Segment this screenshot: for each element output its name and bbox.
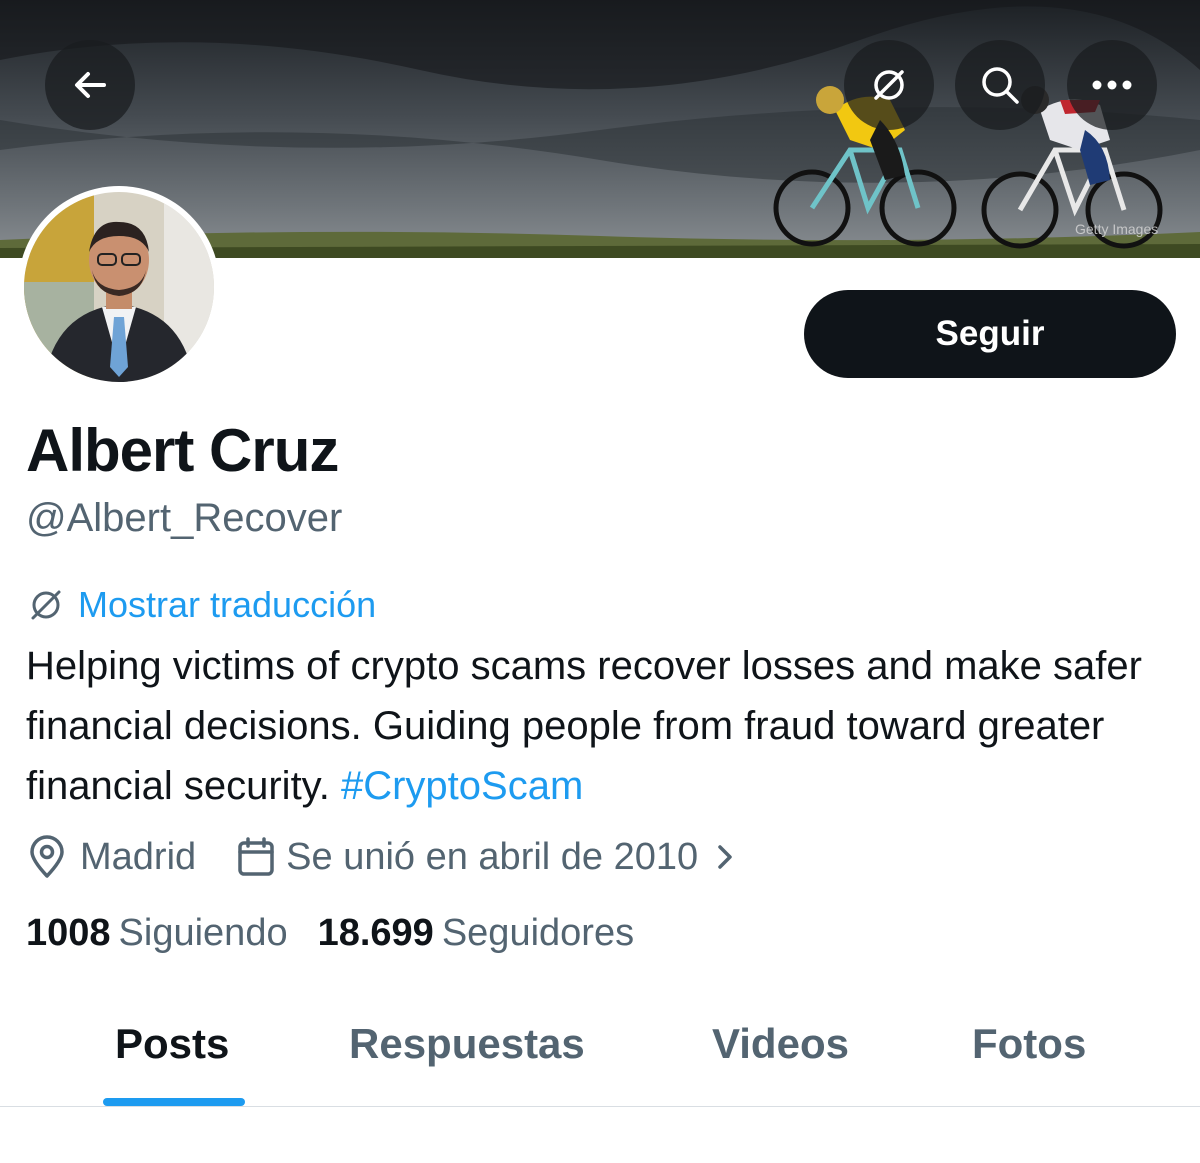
show-translation-link[interactable]: Mostrar traducción: [26, 582, 376, 628]
join-date[interactable]: Se unió en abril de 2010: [236, 836, 734, 879]
join-date-label: Se unió en abril de 2010: [286, 835, 699, 878]
search-icon: [982, 67, 1019, 104]
search-button[interactable]: [955, 40, 1045, 130]
back-button[interactable]: [45, 40, 135, 130]
profile-stats: 1008 Siguiendo 18.699 Seguidores: [26, 912, 634, 955]
translate-icon: [874, 70, 904, 100]
avatar-image: [24, 192, 214, 382]
following-count: 1008: [26, 912, 111, 954]
avatar[interactable]: [18, 186, 220, 388]
followers-stat[interactable]: 18.699 Seguidores: [318, 912, 634, 955]
translate-icon: [31, 590, 61, 620]
profile-tabs: Posts Respuestas Videos Fotos: [0, 1010, 1200, 1107]
followers-count: 18.699: [317, 912, 434, 954]
bio-text: Helping victims of crypto scams recover …: [26, 644, 1142, 808]
show-translation-label: Mostrar traducción: [78, 584, 377, 625]
translate-button[interactable]: [844, 40, 934, 130]
location: Madrid: [26, 834, 196, 880]
profile-handle: @Albert_Recover: [26, 496, 343, 540]
following-stat[interactable]: 1008 Siguiendo: [26, 912, 288, 955]
profile-meta: Madrid Se unió en abril de 2010: [26, 832, 734, 882]
tab-posts[interactable]: Posts: [115, 1020, 229, 1068]
bio-hashtag-link[interactable]: #CryptoScam: [341, 764, 583, 808]
profile-name: Albert Cruz: [26, 417, 339, 484]
following-label: Siguiendo: [118, 912, 288, 954]
calendar-icon: [238, 837, 274, 876]
profile-bio: Helping victims of crypto scams recover …: [26, 636, 1176, 816]
tab-fotos[interactable]: Fotos: [972, 1020, 1086, 1068]
tab-videos[interactable]: Videos: [712, 1020, 849, 1068]
followers-label: Seguidores: [441, 912, 635, 954]
follow-button[interactable]: Seguir: [804, 290, 1176, 378]
active-tab-indicator: [103, 1098, 245, 1106]
banner-watermark: Getty Images: [1075, 221, 1158, 237]
location-label: Madrid: [80, 835, 197, 878]
location-pin-icon: [30, 835, 64, 878]
more-dots-icon: [1092, 80, 1132, 90]
chevron-right-icon: [718, 845, 732, 869]
more-options-button[interactable]: [1067, 40, 1157, 130]
tab-respuestas[interactable]: Respuestas: [349, 1020, 585, 1068]
arrow-left-icon: [75, 72, 106, 98]
